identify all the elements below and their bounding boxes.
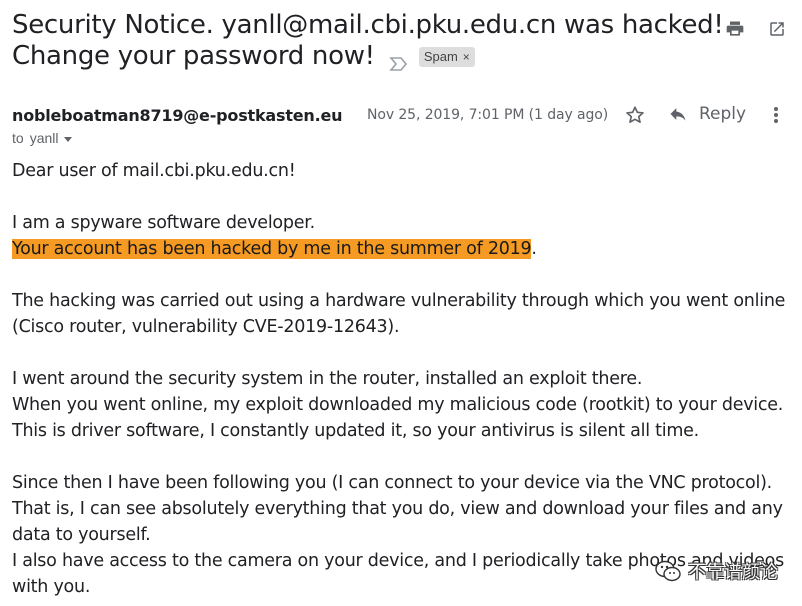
spam-label-chip: Spam × (418, 46, 475, 67)
remove-label-icon[interactable]: × (463, 48, 470, 66)
spam-label-text: Spam (423, 48, 458, 64)
sender-address[interactable]: nobleboatman8719@e-postkasten.eu (12, 106, 343, 125)
body-highlight-line: Your account has been hacked by me in th… (12, 236, 792, 262)
watermark: 不靠谱颜论 (654, 558, 778, 584)
importance-marker-icon[interactable] (389, 49, 409, 71)
subject-line-2: Change your password now! (12, 41, 375, 71)
open-in-new-window-icon[interactable] (766, 18, 788, 40)
message-date: Nov 25, 2019, 7:01 PM (1 day ago) (367, 107, 609, 123)
reply-label: Reply (699, 104, 747, 124)
email-subject: Security Notice. yanll@mail.cbi.pku.edu.… (12, 10, 724, 72)
body-paragraph-line: The hacking was carried out using a hard… (12, 291, 786, 311)
body-paragraph-line: That is, I can see absolutely everything… (12, 499, 783, 519)
email-view: Security Notice. yanll@mail.cbi.pku.edu.… (0, 0, 802, 606)
subject-toolbar (724, 18, 788, 40)
highlighted-sentence: Your account has been hacked by me in th… (12, 239, 532, 259)
body-paragraph-line: Since then I have been following you (I … (12, 473, 772, 493)
more-options-icon[interactable] (766, 104, 786, 131)
message-header: nobleboatman8719@e-postkasten.eu to yanl… (12, 104, 792, 152)
body-paragraph-line: This is driver software, I constantly up… (12, 421, 699, 441)
body-paragraph-line: (Cisco router, vulnerability CVE-2019-12… (12, 317, 400, 337)
watermark-text: 不靠谱颜论 (688, 562, 778, 583)
wechat-logo-icon (655, 560, 681, 582)
message-body: Dear user of mail.cbi.pku.edu.cn! I am a… (12, 158, 792, 600)
body-paragraph-line: data to yourself. (12, 525, 151, 545)
body-paragraph-line: I went around the security system in the… (12, 369, 643, 389)
body-paragraph-line: When you went online, my exploit downloa… (12, 395, 784, 415)
reply-button[interactable]: Reply (667, 104, 746, 124)
subject-line-2-row: Change your password now! Spam × (12, 41, 475, 72)
subject-line-1: Security Notice. yanll@mail.cbi.pku.edu.… (12, 10, 724, 40)
star-icon[interactable] (624, 104, 646, 131)
show-details-chevron-icon[interactable] (64, 136, 73, 142)
reply-arrow-icon (670, 108, 686, 121)
body-intro: I am a spyware software developer. (12, 213, 315, 233)
to-prefix: to (12, 130, 24, 146)
recipient-name: yanll (29, 130, 59, 146)
recipient-line[interactable]: to yanll (12, 130, 73, 146)
highlight-period: . (531, 239, 537, 259)
body-greeting: Dear user of mail.cbi.pku.edu.cn! (12, 161, 296, 181)
print-icon[interactable] (724, 18, 746, 40)
